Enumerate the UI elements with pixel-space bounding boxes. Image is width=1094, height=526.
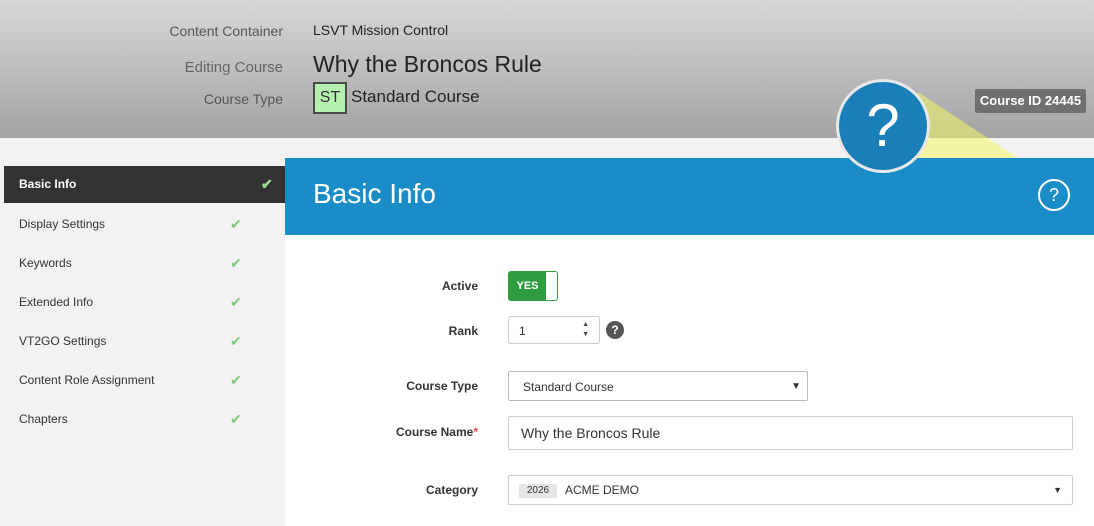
sidebar-item-display-settings[interactable]: Display Settings ✔ [4,205,285,244]
sidebar-item-label: Chapters [19,412,68,426]
course-name-label-text: Course Name [395,425,474,439]
course-id-badge: Course ID 24445 [975,89,1086,113]
sidebar-item-label: Content Role Assignment [19,373,155,387]
course-name-label: Course Name* [285,425,478,439]
active-label: Active [441,279,478,293]
sidebar-item-label: Keywords [19,256,72,270]
panel-header: Basic Info ? [285,158,1094,235]
sidebar-item-label: VT2GO Settings [19,334,107,348]
rank-value: 1 [519,324,526,338]
check-icon: ✔ [230,372,242,388]
spinner-arrows-icon[interactable]: ▲ ▼ [582,320,589,340]
editing-course-title: Why the Broncos Rule [313,51,542,77]
page-header: Content Container LSVT Mission Control E… [0,0,1094,138]
category-selected: ACME DEMO [565,483,640,497]
panel-title: Basic Info [313,178,436,209]
course-type-selected: Standard Course [523,380,614,394]
sidebar-item-label: Extended Info [19,295,94,309]
help-bubble-icon[interactable]: ? [836,79,930,173]
content-container-label: Content Container [169,23,283,39]
category-select[interactable]: 2026 ACME DEMO ▼ [508,475,1073,505]
rank-stepper[interactable]: 1 ▲ ▼ [508,316,600,344]
sidebar-item-label: Display Settings [19,217,106,231]
sidebar-item-vt2go-settings[interactable]: VT2GO Settings ✔ [4,322,285,361]
course-type-badge: ST [313,82,347,114]
basic-info-panel: Basic Info ? Active YES Rank 1 ▲ ▼ ? Cour… [285,158,1094,526]
sidebar-nav: Basic Info ✔ Display Settings ✔ Keywords… [4,166,285,439]
toggle-yes-label: YES [509,272,546,300]
course-type-label: Course Type [203,91,283,107]
sidebar-item-label: Basic Info [19,177,77,191]
check-icon: ✔ [230,216,242,232]
check-icon: ✔ [230,294,242,310]
sidebar-item-basic-info[interactable]: Basic Info ✔ [4,166,285,203]
editing-course-label: Editing Course [184,59,283,76]
sidebar-item-content-role-assignment[interactable]: Content Role Assignment ✔ [4,361,285,400]
sidebar-item-keywords[interactable]: Keywords ✔ [4,244,285,283]
check-icon: ✔ [230,333,242,349]
course-name-input[interactable]: Why the Broncos Rule [508,416,1073,450]
active-toggle[interactable]: YES [508,271,558,301]
content-container-value: LSVT Mission Control [313,22,449,38]
course-type-select[interactable]: Standard Course ▼ [508,371,808,401]
category-label: Category [425,483,478,497]
required-marker: * [473,425,478,439]
course-type-field-label: Course Type [406,379,478,393]
course-name-value: Why the Broncos Rule [521,425,661,441]
check-icon: ✔ [230,255,242,271]
rank-help-icon[interactable]: ? [606,321,624,339]
check-icon: ✔ [261,176,273,192]
check-icon: ✔ [230,411,242,427]
course-type-value: Standard Course [351,87,480,106]
help-icon[interactable]: ? [1038,179,1070,211]
category-code-tag: 2026 [519,484,557,498]
rank-label: Rank [448,324,478,338]
caret-down-icon: ▼ [1053,485,1062,495]
caret-down-icon: ▼ [791,381,801,392]
sidebar-item-chapters[interactable]: Chapters ✔ [4,400,285,439]
sidebar-item-extended-info[interactable]: Extended Info ✔ [4,283,285,322]
